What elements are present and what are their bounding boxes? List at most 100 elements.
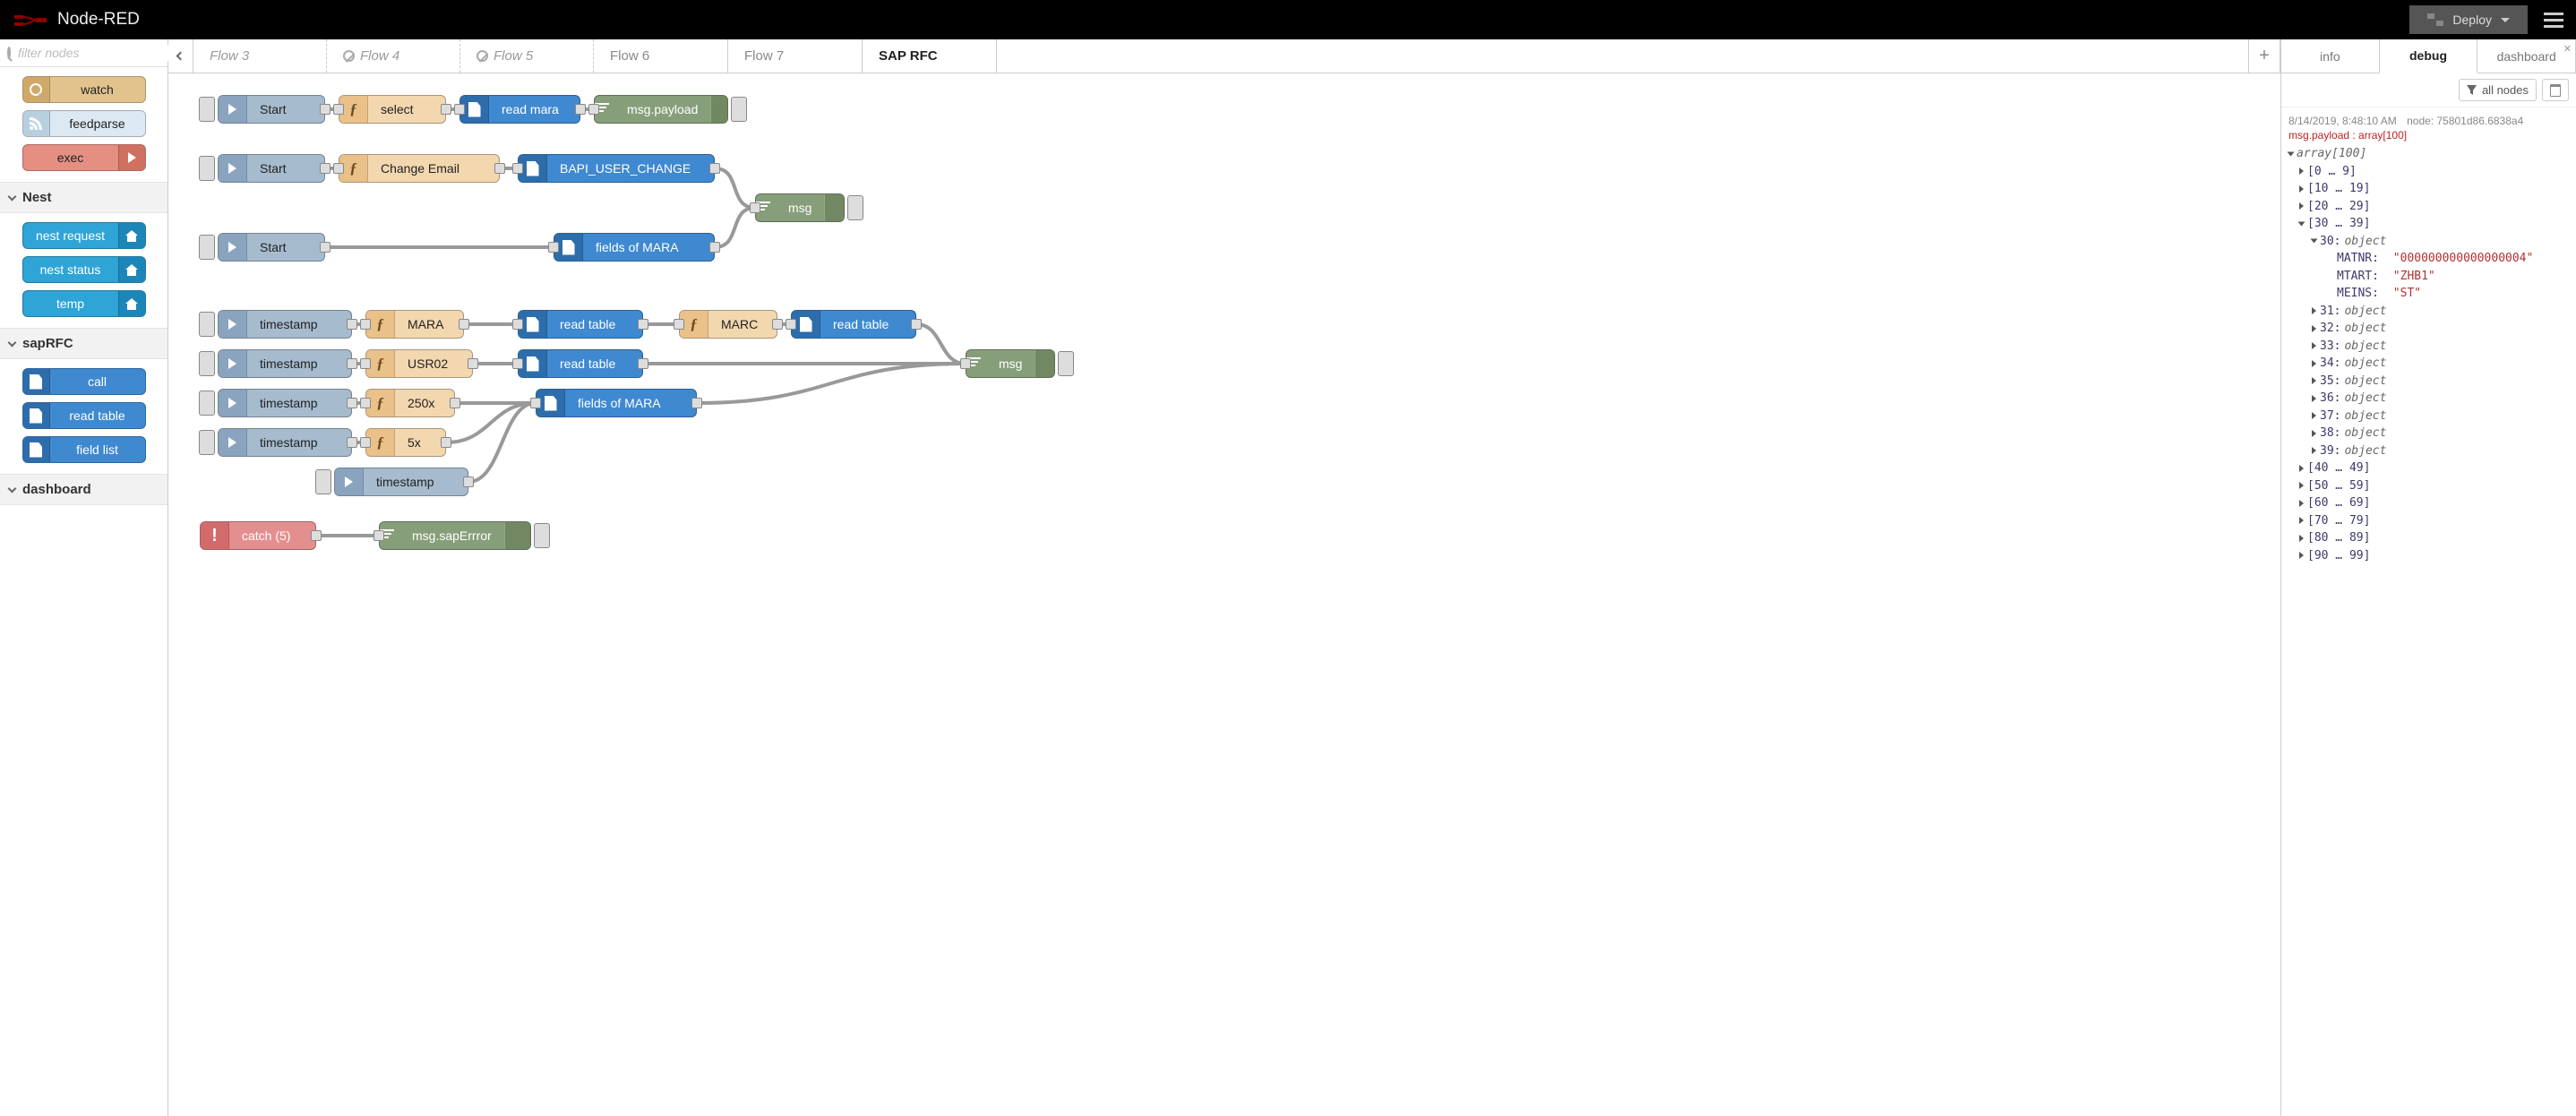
node-button[interactable] — [315, 469, 331, 494]
node-button[interactable] — [731, 97, 747, 122]
output-port[interactable] — [320, 104, 331, 115]
palette-node-watch[interactable]: watch — [22, 76, 146, 103]
sidebar-tab-dashboard[interactable]: dashboard✕ — [2477, 39, 2576, 73]
flow-canvas[interactable]: Start ƒ select read mara msg.payload Sta… — [168, 73, 2280, 1116]
flow-tab-Flow-7[interactable]: Flow 7 — [728, 39, 863, 73]
flow-node-250x[interactable]: ƒ 250x — [365, 389, 455, 417]
palette-node-read-table[interactable]: read table — [22, 402, 146, 429]
node-button[interactable] — [199, 391, 215, 416]
palette-node-feedparse[interactable]: feedparse — [22, 110, 146, 137]
flow-node-timestamp[interactable]: timestamp — [218, 349, 352, 378]
input-port[interactable] — [512, 319, 523, 330]
input-port[interactable] — [674, 319, 684, 330]
flow-node-msg[interactable]: msg — [755, 193, 845, 222]
flow-tab-SAP-RFC[interactable]: SAP RFC — [863, 39, 997, 73]
flow-node-BAPI-USER-CHANGE[interactable]: BAPI_USER_CHANGE — [518, 154, 715, 183]
flow-node-msg-sapErrror[interactable]: msg.sapErrror — [379, 521, 531, 550]
output-port[interactable] — [468, 358, 478, 369]
flow-tab-Flow-5[interactable]: Flow 5 — [459, 39, 594, 73]
flow-node-Start[interactable]: Start — [218, 233, 325, 262]
close-icon[interactable]: ✕ — [2563, 43, 2572, 55]
flow-node-timestamp[interactable]: timestamp — [334, 468, 468, 496]
input-port[interactable] — [360, 398, 371, 408]
output-port[interactable] — [320, 242, 331, 253]
node-button[interactable] — [199, 351, 215, 376]
input-port[interactable] — [512, 358, 523, 369]
flow-node-msg-payload[interactable]: msg.payload — [594, 95, 728, 124]
palette-node-nest-request[interactable]: nest request — [22, 222, 146, 249]
flow-node-MARC[interactable]: ƒ MARC — [679, 310, 777, 339]
output-port[interactable] — [772, 319, 783, 330]
input-port[interactable] — [454, 104, 465, 115]
node-button[interactable] — [199, 156, 215, 181]
flow-node-read-table[interactable]: read table — [791, 310, 916, 339]
palette-category-dashboard[interactable]: dashboard — [0, 474, 167, 505]
output-port[interactable] — [450, 398, 460, 408]
node-button[interactable] — [1058, 351, 1074, 376]
palette-node-field-list[interactable]: field list — [22, 436, 146, 463]
node-button[interactable] — [199, 97, 215, 122]
hamburger-menu-button[interactable] — [2544, 9, 2563, 31]
input-port[interactable] — [333, 104, 344, 115]
output-port[interactable] — [441, 104, 451, 115]
debug-filter-button[interactable]: all nodes — [2459, 79, 2537, 101]
flow-node-USR02[interactable]: ƒ USR02 — [365, 349, 473, 378]
flow-node-Change-Email[interactable]: ƒ Change Email — [339, 154, 500, 183]
input-port[interactable] — [960, 358, 971, 369]
flow-node-read-table[interactable]: read table — [518, 310, 643, 339]
debug-clear-button[interactable] — [2542, 79, 2569, 101]
flow-node-read-table[interactable]: read table — [518, 349, 643, 378]
output-port[interactable] — [575, 104, 586, 115]
debug-msg-nodeid[interactable]: node: 75801d86.6838a4 — [2407, 115, 2523, 127]
output-port[interactable] — [463, 476, 474, 487]
palette-search[interactable] — [0, 39, 167, 67]
node-button[interactable] — [199, 312, 215, 337]
input-port[interactable] — [786, 319, 796, 330]
flow-tab-Flow-6[interactable]: Flow 6 — [594, 39, 728, 73]
input-port[interactable] — [333, 163, 344, 174]
palette-node-call[interactable]: call — [22, 368, 146, 395]
node-button[interactable] — [534, 523, 550, 548]
input-port[interactable] — [548, 242, 559, 253]
output-port[interactable] — [638, 358, 648, 369]
input-port[interactable] — [588, 104, 599, 115]
node-button[interactable] — [199, 235, 215, 260]
output-port[interactable] — [320, 163, 331, 174]
node-button[interactable] — [199, 430, 215, 455]
output-port[interactable] — [709, 242, 720, 253]
output-port[interactable] — [347, 398, 357, 408]
output-port[interactable] — [494, 163, 505, 174]
flow-tab-Flow-3[interactable]: Flow 3 — [193, 39, 327, 73]
palette-node-temp[interactable]: temp — [22, 290, 146, 317]
flow-node-fields-of-MARA[interactable]: fields of MARA — [536, 389, 697, 417]
flow-tab-Flow-4[interactable]: Flow 4 — [326, 39, 460, 73]
input-port[interactable] — [374, 530, 384, 541]
flow-node-MARA[interactable]: ƒ MARA — [365, 310, 464, 339]
output-port[interactable] — [347, 319, 357, 330]
output-port[interactable] — [638, 319, 648, 330]
flow-node-Start[interactable]: Start — [218, 95, 325, 124]
input-port[interactable] — [360, 437, 371, 448]
palette-node-exec[interactable]: exec — [22, 144, 146, 171]
output-port[interactable] — [691, 398, 702, 408]
flow-node-select[interactable]: ƒ select — [339, 95, 446, 124]
input-port[interactable] — [750, 202, 760, 213]
flow-node-Start[interactable]: Start — [218, 154, 325, 183]
flow-node-timestamp[interactable]: timestamp — [218, 310, 352, 339]
flow-node-catch-5-[interactable]: ! catch (5) — [200, 521, 316, 550]
flow-node-fields-of-MARA[interactable]: fields of MARA — [554, 233, 715, 262]
output-port[interactable] — [709, 163, 720, 174]
input-port[interactable] — [530, 398, 541, 408]
output-port[interactable] — [311, 530, 322, 541]
output-port[interactable] — [347, 437, 357, 448]
tab-scroll-left-button[interactable] — [168, 39, 193, 73]
flow-node-5x[interactable]: ƒ 5x — [365, 428, 446, 457]
palette-search-input[interactable] — [16, 45, 183, 61]
palette-node-nest-status[interactable]: nest status — [22, 256, 146, 283]
add-flow-tab-button[interactable]: + — [2248, 39, 2280, 73]
deploy-button[interactable]: Deploy — [2409, 5, 2528, 34]
flow-node-read-mara[interactable]: read mara — [459, 95, 580, 124]
sidebar-tab-debug[interactable]: debug — [2380, 39, 2478, 73]
flow-node-timestamp[interactable]: timestamp — [218, 428, 352, 457]
flow-node-timestamp[interactable]: timestamp — [218, 389, 352, 417]
